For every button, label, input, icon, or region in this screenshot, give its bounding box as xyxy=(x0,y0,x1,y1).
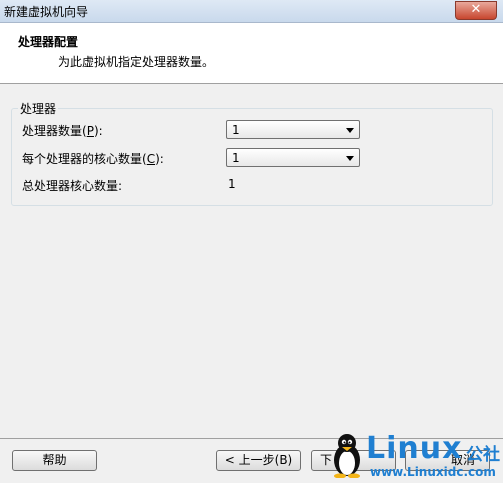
chevron-down-icon xyxy=(346,128,354,133)
title-bar: 新建虚拟机向导 ✕ xyxy=(0,0,503,23)
watermark-brand: Linux xyxy=(366,431,463,466)
cores-label-post: ): xyxy=(155,152,164,166)
back-button[interactable]: < 上一步(B) xyxy=(216,450,301,471)
cores-per-processor-label: 每个处理器的核心数量(C): xyxy=(22,150,164,167)
help-button[interactable]: 帮助 xyxy=(12,450,97,471)
processor-count-select[interactable]: 1 xyxy=(226,120,360,139)
close-icon: ✕ xyxy=(470,2,482,17)
processor-count-value: 1 xyxy=(232,123,240,137)
window-title: 新建虚拟机向导 xyxy=(4,5,89,19)
cores-label-pre: 每个处理器的核心数量( xyxy=(22,152,147,166)
close-button[interactable]: ✕ xyxy=(455,1,497,20)
page-subtitle: 为此虚拟机指定处理器数量。 xyxy=(58,55,215,69)
processor-count-label-pre: 处理器数量( xyxy=(22,124,87,138)
watermark-brand-cn: 公社 xyxy=(466,445,500,465)
cores-per-processor-select[interactable]: 1 xyxy=(226,148,360,167)
total-cores-label: 总处理器核心数量: xyxy=(22,179,123,193)
chevron-down-icon xyxy=(346,156,354,161)
processor-count-label: 处理器数量(P): xyxy=(22,122,103,139)
cores-per-processor-value: 1 xyxy=(232,151,240,165)
processor-count-label-post: ): xyxy=(93,124,103,138)
watermark: Linux 公社 www.Linuxidc.com xyxy=(330,430,503,482)
processor-count-hotkey: P xyxy=(86,124,94,138)
wizard-header: 处理器配置 为此虚拟机指定处理器数量。 xyxy=(0,23,503,84)
tux-penguin-icon xyxy=(334,434,360,478)
total-cores-value: 1 xyxy=(228,177,236,191)
watermark-url: www.Linuxidc.com xyxy=(370,465,496,479)
processor-group-label: 处理器 xyxy=(18,100,59,117)
page-title: 处理器配置 xyxy=(18,35,79,49)
cores-hotkey: C xyxy=(146,152,156,166)
